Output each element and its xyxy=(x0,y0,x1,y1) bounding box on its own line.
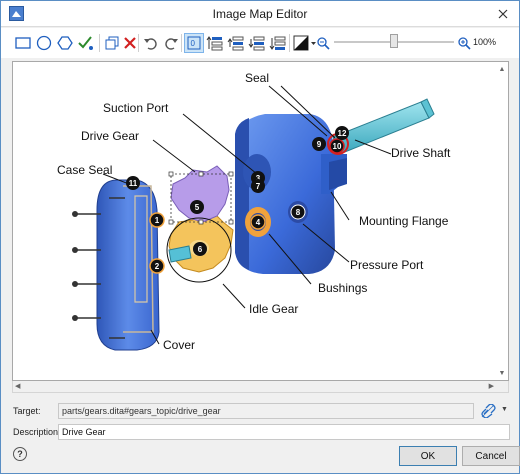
area-number-12[interactable]: 12 xyxy=(335,126,349,140)
svg-text:8: 8 xyxy=(296,208,301,217)
link-dropdown-icon[interactable]: ▼ xyxy=(501,406,508,413)
svg-text:11: 11 xyxy=(129,179,138,188)
undo-button[interactable] xyxy=(141,33,161,53)
description-field[interactable]: Drive Gear xyxy=(58,424,510,440)
svg-text:2: 2 xyxy=(155,262,160,271)
bring-to-front-icon xyxy=(206,36,223,51)
area-number-7[interactable]: 7 xyxy=(251,179,265,193)
toolbar-separator xyxy=(138,34,139,52)
zoom-in-button[interactable] xyxy=(456,33,472,53)
zoom-out-button[interactable] xyxy=(315,33,331,53)
label-case-seal: Case Seal xyxy=(57,163,112,177)
area-number-8[interactable]: 8 xyxy=(290,204,306,220)
drive-gear xyxy=(168,165,234,225)
window-title: Image Map Editor xyxy=(212,7,308,21)
toolbar-separator xyxy=(289,34,290,52)
gear-pump-image: Seal Suction Port Drive Gear Case Seal D… xyxy=(57,71,451,352)
undo-icon xyxy=(144,38,157,50)
area-number-5[interactable]: 5 xyxy=(190,200,204,214)
delete-button[interactable] xyxy=(120,33,140,53)
scroll-down-arrow-icon[interactable]: ▼ xyxy=(497,368,507,378)
target-field[interactable]: parts/gears.dita#gears_topic/drive_gear xyxy=(58,403,474,419)
show-area-numbers-icon: 0 xyxy=(187,36,201,50)
area-number-2[interactable]: 2 xyxy=(149,258,165,274)
area-number-10[interactable]: 10 xyxy=(329,138,345,154)
area-number-11[interactable]: 11 xyxy=(126,176,140,190)
checkmark-edit-icon xyxy=(78,36,93,50)
zoom-slider-thumb[interactable] xyxy=(390,34,398,48)
delete-icon xyxy=(124,37,136,49)
send-backward-button[interactable] xyxy=(247,33,267,53)
send-to-back-icon xyxy=(269,36,286,50)
svg-text:6: 6 xyxy=(198,245,203,254)
svg-text:10: 10 xyxy=(333,142,342,151)
label-seal: Seal xyxy=(245,71,269,85)
color-picker-icon xyxy=(293,35,316,51)
svg-text:5: 5 xyxy=(195,203,200,212)
area-number-6[interactable]: 6 xyxy=(193,242,207,256)
label-pressure-port: Pressure Port xyxy=(350,258,424,272)
polygon-tool-icon xyxy=(57,36,73,50)
label-idle-gear: Idle Gear xyxy=(249,302,298,316)
cover xyxy=(72,179,160,351)
scroll-right-arrow-icon[interactable]: ▶ xyxy=(489,382,494,390)
label-drive-shaft: Drive Shaft xyxy=(391,146,451,160)
rectangle-tool-button[interactable] xyxy=(13,33,33,53)
image-canvas[interactable]: Seal Suction Port Drive Gear Case Seal D… xyxy=(12,61,509,381)
svg-text:7: 7 xyxy=(256,182,261,191)
redo-icon xyxy=(165,38,178,50)
rectangle-tool-icon xyxy=(15,37,31,49)
close-button[interactable] xyxy=(493,4,513,23)
svg-text:9: 9 xyxy=(317,140,322,149)
zoom-out-icon xyxy=(317,37,330,50)
help-button[interactable]: ? xyxy=(13,447,27,461)
label-mounting-flange: Mounting Flange xyxy=(359,214,449,228)
cancel-button[interactable]: Cancel xyxy=(462,446,520,466)
label-cover: Cover xyxy=(163,338,195,352)
link-icon[interactable] xyxy=(481,404,497,418)
ok-button[interactable]: OK xyxy=(399,446,457,466)
label-suction-port: Suction Port xyxy=(103,101,169,115)
target-label: Target: xyxy=(13,406,41,416)
edit-points-button[interactable] xyxy=(76,33,96,53)
bring-forward-icon xyxy=(227,36,244,51)
bring-to-front-button[interactable] xyxy=(205,33,225,53)
toolbar-separator xyxy=(99,34,100,52)
horizontal-scrollbar[interactable]: ◀ ▶ xyxy=(12,381,509,393)
ellipse-tool-icon xyxy=(36,35,52,51)
svg-text:1: 1 xyxy=(155,216,160,225)
label-drive-gear: Drive Gear xyxy=(81,129,139,143)
svg-text:0: 0 xyxy=(191,39,196,48)
label-bushings: Bushings xyxy=(318,281,367,295)
ellipse-tool-button[interactable] xyxy=(34,33,54,53)
area-number-1[interactable]: 1 xyxy=(149,212,165,228)
close-icon xyxy=(498,9,508,18)
scroll-left-arrow-icon[interactable]: ◀ xyxy=(15,382,20,390)
send-to-back-button[interactable] xyxy=(268,33,288,53)
zoom-in-icon xyxy=(458,37,471,50)
redo-button[interactable] xyxy=(161,33,181,53)
svg-text:12: 12 xyxy=(338,129,347,138)
description-label: Description: xyxy=(13,427,61,437)
scroll-up-arrow-icon[interactable]: ▲ xyxy=(497,64,507,74)
toolbar-separator xyxy=(181,34,182,52)
zoom-level-label: 100% xyxy=(473,37,497,47)
title-bar: Image Map Editor xyxy=(1,1,519,27)
toolbar: 0 xyxy=(1,28,519,58)
image-map-editor-window: Image Map Editor 0 100% Seal Suction Por… xyxy=(0,0,520,474)
area-number-9[interactable]: 9 xyxy=(312,137,326,151)
show-area-numbers-button[interactable]: 0 xyxy=(184,33,204,53)
area-number-4[interactable]: 4 xyxy=(250,214,266,230)
duplicate-button[interactable] xyxy=(102,33,122,53)
polygon-tool-button[interactable] xyxy=(55,33,75,53)
bring-forward-button[interactable] xyxy=(226,33,246,53)
send-backward-icon xyxy=(248,36,265,51)
duplicate-icon xyxy=(105,36,119,50)
svg-text:4: 4 xyxy=(256,218,261,227)
